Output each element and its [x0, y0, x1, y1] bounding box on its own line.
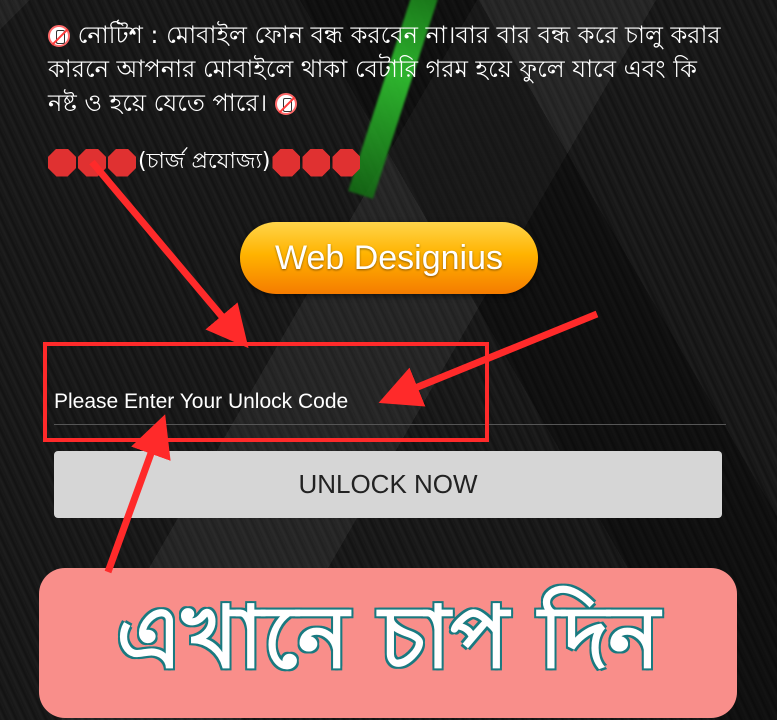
arrow-from-right	[378, 310, 599, 407]
annotation-arrows	[89, 159, 599, 574]
arrow-from-banner	[104, 414, 171, 574]
arrow-from-charge	[89, 159, 249, 349]
